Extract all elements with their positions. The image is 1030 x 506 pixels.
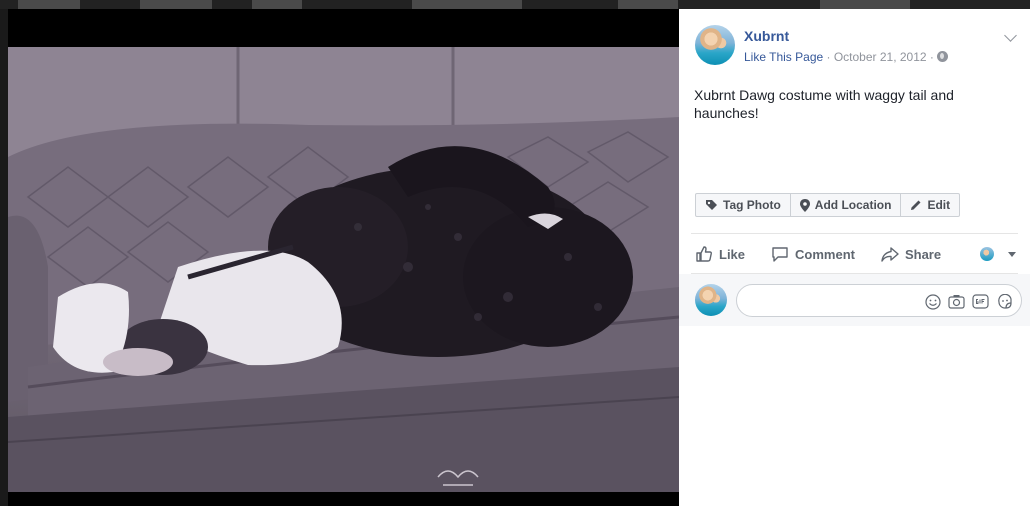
post-actions: Like Comment Share bbox=[695, 242, 1018, 266]
share-label: Share bbox=[904, 246, 942, 262]
comment-button[interactable]: Comment bbox=[771, 245, 855, 263]
gif-icon[interactable] bbox=[972, 293, 989, 310]
thumbnail-strip bbox=[0, 0, 1030, 9]
share-button[interactable]: Share bbox=[881, 245, 941, 263]
page-avatar[interactable] bbox=[695, 25, 735, 65]
thumbnail[interactable] bbox=[412, 0, 522, 9]
thumbs-up-icon bbox=[695, 245, 713, 263]
smiley-icon[interactable] bbox=[924, 293, 941, 310]
post-photo[interactable] bbox=[8, 47, 679, 492]
like-button[interactable]: Like bbox=[695, 245, 745, 263]
edit-button[interactable]: Edit bbox=[900, 194, 959, 216]
meta-separator: · bbox=[823, 50, 834, 64]
post-date[interactable]: October 21, 2012 bbox=[834, 50, 927, 64]
tag-photo-button[interactable]: Tag Photo bbox=[696, 194, 790, 216]
post-text: Xubrnt Dawg costume with waggy tail and … bbox=[694, 87, 954, 121]
sticker-icon[interactable] bbox=[996, 293, 1013, 310]
comment-bubble-icon bbox=[771, 245, 789, 263]
divider bbox=[691, 233, 1018, 234]
tag-icon bbox=[705, 199, 718, 212]
thumbnail[interactable] bbox=[18, 0, 80, 9]
page-name[interactable]: Xubrnt bbox=[744, 28, 789, 44]
thumbnail[interactable] bbox=[618, 0, 678, 9]
photo-image bbox=[8, 47, 679, 492]
photo-footer bbox=[8, 492, 679, 506]
like-label: Like bbox=[719, 246, 746, 262]
comment-box[interactable] bbox=[736, 284, 1022, 317]
meta-separator: · bbox=[926, 50, 938, 64]
thumbnail[interactable] bbox=[140, 0, 212, 9]
like-page-link[interactable]: Like This Page bbox=[744, 50, 823, 64]
post-panel: Xubrnt Like This Page · October 21, 2012… bbox=[679, 9, 1030, 506]
comment-tools bbox=[924, 293, 1013, 310]
share-arrow-icon bbox=[881, 245, 899, 263]
camera-icon[interactable] bbox=[948, 293, 965, 310]
tag-photo-label: Tag Photo bbox=[723, 198, 781, 212]
post-meta: Like This Page · October 21, 2012 · bbox=[744, 50, 949, 64]
comment-label: Comment bbox=[795, 246, 855, 262]
chevron-down-icon[interactable] bbox=[1004, 29, 1017, 42]
location-pin-icon bbox=[799, 198, 810, 212]
photo-viewer[interactable] bbox=[8, 9, 679, 506]
thumbnail[interactable] bbox=[252, 0, 302, 9]
caret-down-icon[interactable] bbox=[1008, 252, 1016, 257]
add-location-label: Add Location bbox=[814, 198, 892, 212]
thumbnail[interactable] bbox=[820, 0, 910, 9]
pencil-icon bbox=[910, 199, 922, 211]
post-as-avatar[interactable] bbox=[980, 247, 994, 261]
photo-actions-bar: Tag Photo Add Location Edit bbox=[695, 193, 961, 217]
globe-icon[interactable] bbox=[937, 51, 949, 62]
edit-label: Edit bbox=[927, 198, 951, 212]
add-location-button[interactable]: Add Location bbox=[789, 194, 901, 216]
commenter-avatar[interactable] bbox=[695, 284, 727, 316]
comment-input[interactable] bbox=[749, 292, 909, 310]
